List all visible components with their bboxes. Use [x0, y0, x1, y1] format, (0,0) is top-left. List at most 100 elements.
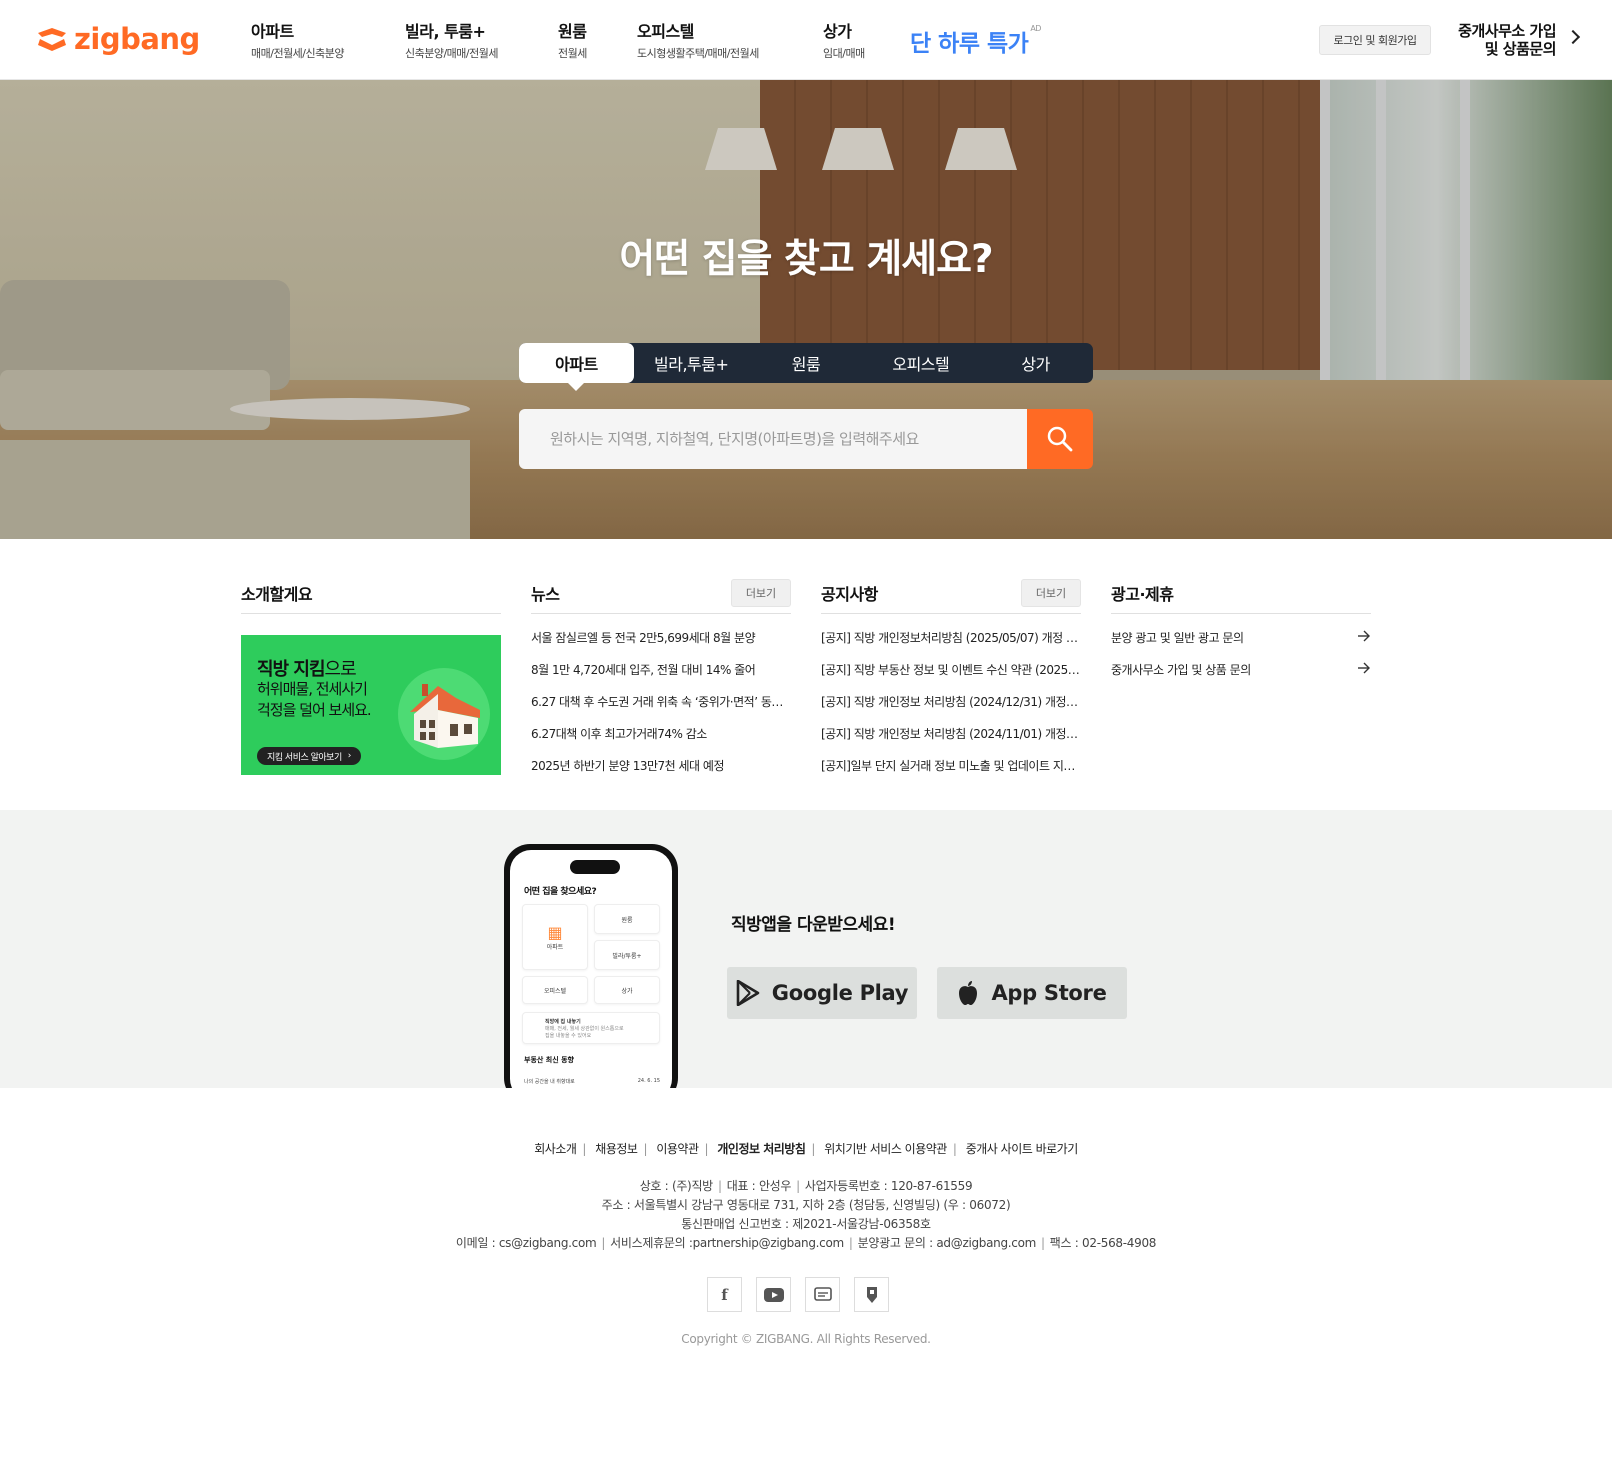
contact-email: 이메일 : cs@zigbang.com [455, 1236, 597, 1250]
zikim-banner[interactable]: 직방 지킴으로 허위매물, 전세사기 걱정을 덜어 보세요. 지킴 서비스 알아… [241, 635, 501, 775]
footer-link-privacy[interactable]: 개인정보 처리방침 [717, 1140, 806, 1157]
broker-signup-link[interactable]: 중개사무소 가입 및 상품문의 [1450, 22, 1581, 58]
nav-oneroom[interactable]: 원룸 전월세 [558, 22, 587, 61]
notice-more-button[interactable]: 더보기 [1021, 579, 1081, 607]
zikim-service-label: 지킴 서비스 알아보기 [267, 752, 342, 763]
footer-link-careers[interactable]: 채용정보 [595, 1140, 638, 1157]
news-list: 서울 잠실르엘 등 전국 2만5,699세대 8월 분양 8월 1만 4,720… [531, 630, 791, 790]
company-info: 상호 : (주)직방 | 대표 : 안성우 | 사업자등록번호 : 120-87-615… [0, 1177, 1612, 1253]
phone-card-store: 상가 [594, 976, 660, 1004]
footer-link-location-terms[interactable]: 위치기반 서비스 이용약관 [824, 1140, 947, 1157]
post-icon [866, 1286, 877, 1303]
phone-news-title: 부동산 최신 동향 [524, 1056, 574, 1064]
hero-overlay [0, 80, 1612, 539]
nav-store-sub: 임대/매매 [823, 47, 865, 60]
nav-officetel-title: 오피스텔 [637, 22, 694, 41]
arrow-right-icon [1358, 630, 1370, 642]
notice-list: [공지] 직방 개인정보처리방침 (2025/05/07) 개정 안내 [공지]… [821, 630, 1081, 790]
notice-item[interactable]: [공지] 직방 개인정보 처리방침 (2024/12/31) 개정 안내 [821, 694, 1081, 726]
broker-inquiry-link[interactable]: 중개사무소 가입 및 상품 문의 [1111, 662, 1371, 694]
phone-card-apartment: ▦ 아파트 [522, 904, 588, 970]
notice-item[interactable]: [공지] 직방 부동산 정보 및 이벤트 수신 약관 (2025) 개정 [821, 662, 1081, 694]
news-item[interactable]: 8월 1만 4,720세대 입주, 전월 대비 14% 줄어 [531, 662, 791, 694]
fax-number: 팩스 : 02-568-4908 [1049, 1236, 1157, 1250]
company-info-line1: 상호 : (주)직방 | 대표 : 안성우 | 사업자등록번호 : 120-87-615… [639, 1179, 973, 1193]
phone-sell-title: 직방에 집 내놓기 [545, 1018, 581, 1025]
search-button[interactable] [1027, 409, 1093, 469]
app-store-label: App Store [991, 981, 1107, 1005]
logo-mark-icon [38, 28, 66, 51]
tab-store[interactable]: 상가 [978, 343, 1093, 383]
news-more-button[interactable]: 더보기 [731, 579, 791, 607]
phone-sell-desc2: 집을 내놓을 수 있어요 [545, 1032, 592, 1039]
ad-inquiry-label: 분양 광고 및 일반 광고 문의 [1111, 631, 1244, 645]
notice-item[interactable]: [공지] 직방 개인정보 처리방침 (2024/11/01) 개정 안내 [821, 726, 1081, 758]
zigbang-logo[interactable]: zigbang [34, 22, 200, 56]
news-item[interactable]: 2025년 하반기 분양 13만7천 세대 예정 [531, 758, 791, 790]
blog-link[interactable] [805, 1277, 840, 1312]
tab-apartment[interactable]: 아파트 [519, 343, 634, 391]
news-item[interactable]: 6.27 대책 후 수도권 거래 위축 속 ‘중위가·면적’ 동반 하락 [531, 694, 791, 726]
social-links: f [707, 1277, 889, 1312]
phone-card-store-label: 상가 [621, 987, 633, 995]
mail-order-number: 통신판매업 신고번호 : 제2021-서울강남-06358호 [681, 1217, 931, 1231]
chevron-right-icon [1565, 29, 1581, 45]
tab-officetel[interactable]: 오피스텔 [863, 343, 978, 383]
ad-inquiry-link[interactable]: 분양 광고 및 일반 광고 문의 [1111, 630, 1371, 662]
login-signup-button[interactable]: 로그인 및 회원가입 [1319, 25, 1431, 55]
app-store-button[interactable]: App Store [937, 967, 1127, 1019]
zikim-service-button[interactable]: 지킴 서비스 알아보기 › [257, 747, 361, 765]
nav-villa[interactable]: 빌라, 투룸+ 신축분양/매매/전월세 [405, 22, 499, 61]
ads-title: 광고·제휴 [1111, 585, 1174, 604]
intro-header: 소개할게요 [241, 579, 501, 614]
broker-link-line1: 중개사무소 가입 [1458, 22, 1556, 40]
facebook-link[interactable]: f [707, 1277, 742, 1312]
copyright: Copyright © ZIGBANG. All Rights Reserved… [681, 1332, 931, 1346]
footer-link-broker-site[interactable]: 중개사 사이트 바로가기 [966, 1140, 1079, 1157]
phone-news-row: 나의 공간을 내 취향대로 24. 6. 15 [524, 1078, 660, 1085]
site-footer: 회사소개 | 채용정보 | 이용약관 | 개인정보 처리방침 | 위치기반 서비스 이용… [0, 1088, 1612, 1459]
nav-officetel[interactable]: 오피스텔 도시형생활주택/매매/전월세 [637, 22, 759, 61]
search-input[interactable] [519, 409, 1027, 469]
youtube-icon [763, 1287, 784, 1302]
banner-line-2: 허위매물, 전세사기 [257, 680, 368, 698]
tab-oneroom[interactable]: 원룸 [749, 343, 864, 383]
phone-news-item: 나의 공간을 내 취향대로 [524, 1079, 575, 1085]
nav-store-title: 상가 [823, 22, 852, 41]
news-item[interactable]: 서울 잠실르엘 등 전국 2만5,699세대 8월 분양 [531, 630, 791, 662]
notice-item[interactable]: [공지] 직방 개인정보처리방침 (2025/05/07) 개정 안내 [821, 630, 1081, 662]
nav-villa-sub: 신축분양/매매/전월세 [405, 47, 499, 60]
notice-column: 공지사항 더보기 [공지] 직방 개인정보처리방침 (2025/05/07) 개… [821, 579, 1081, 790]
footer-link-terms[interactable]: 이용약관 [656, 1140, 699, 1157]
info-section: 소개할게요 직방 지킴으로 허위매물, 전세사기 걱정을 덜어 보세요. 지킴 … [0, 539, 1612, 810]
nav-daily-deal[interactable]: 단 하루 특가AD [910, 24, 1041, 58]
divider: | [704, 1142, 709, 1156]
notice-item[interactable]: [공지]일부 단지 실거래 정보 미노출 및 업데이트 지연 안내 [821, 758, 1081, 790]
phone-card-officetel: 오피스텔 [522, 976, 588, 1004]
google-play-button[interactable]: Google Play [727, 967, 917, 1019]
footer-link-company[interactable]: 회사소개 [534, 1140, 577, 1157]
phone-card-apartment-label: 아파트 [546, 944, 564, 951]
broker-inquiry-label: 중개사무소 가입 및 상품 문의 [1111, 663, 1251, 677]
divider: | [952, 1142, 957, 1156]
divider: | [643, 1142, 648, 1156]
nav-apartment[interactable]: 아파트 매매/전월세/신축분양 [251, 22, 345, 61]
news-item[interactable]: 6.27대책 이후 최고가거래74% 감소 [531, 726, 791, 758]
nav-apartment-title: 아파트 [251, 22, 294, 41]
hero-section: 어떤 집을 찾고 계세요? 아파트 빌라,투룸+ 원룸 오피스텔 상가 [0, 80, 1612, 539]
nav-apartment-sub: 매매/전월세/신축분양 [251, 47, 345, 60]
company-name: 상호 : (주)직방 [639, 1179, 714, 1193]
phone-title: 어떤 집을 찾으세요? [524, 887, 597, 897]
news-header: 뉴스 더보기 [531, 579, 791, 614]
youtube-link[interactable] [756, 1277, 791, 1312]
tab-villa[interactable]: 빌라,투룸+ [634, 343, 749, 383]
banner-line-3: 걱정을 덜어 보세요. [257, 701, 372, 719]
nav-store[interactable]: 상가 임대/매매 [823, 22, 865, 61]
company-info-line4: 이메일 : cs@zigbang.com | 서비스제휴문의 :partnershi… [455, 1236, 1157, 1250]
ads-header: 광고·제휴 [1111, 579, 1371, 614]
news-column: 뉴스 더보기 서울 잠실르엘 등 전국 2만5,699세대 8월 분양 8월 1… [531, 579, 791, 790]
app-download-section: 어떤 집을 찾으세요? ▦ 아파트 원룸 빌라/투룸+ 오피스텔 상가 직방에 … [0, 810, 1612, 1088]
search-icon [1047, 426, 1073, 452]
phone-card-villa: 빌라/투룸+ [594, 940, 660, 970]
post-link[interactable] [854, 1277, 889, 1312]
